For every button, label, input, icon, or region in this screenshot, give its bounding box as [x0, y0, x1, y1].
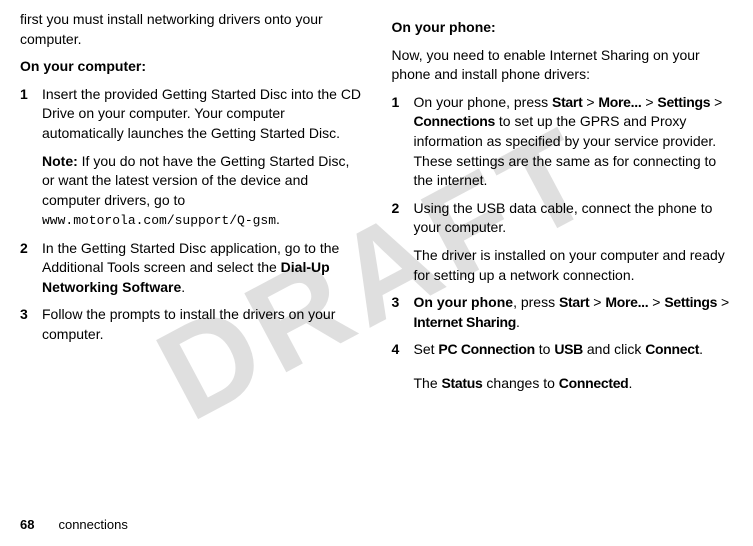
page-number: 68	[20, 517, 34, 532]
ui-start: Start	[559, 294, 589, 310]
step-number: 1	[392, 93, 414, 191]
right-step-1: 1 On your phone, press Start > More... >…	[392, 93, 734, 191]
step-number: 2	[392, 199, 414, 285]
r3-bold: On your phone	[414, 294, 514, 310]
r1-a: On your phone, press	[414, 94, 553, 110]
content-columns: first you must install networking driver…	[20, 10, 733, 402]
right-step-3: 3 On your phone, press Start > More... >…	[392, 293, 734, 332]
gt: >	[710, 94, 722, 110]
r4-b: to	[535, 341, 554, 357]
r3-a: , press	[513, 294, 559, 310]
left-heading: On your computer:	[20, 57, 362, 77]
r2-a: Using the USB data cable, connect the ph…	[414, 199, 734, 238]
gt: >	[589, 294, 605, 310]
r2-b: The driver is installed on your computer…	[414, 246, 734, 285]
left-step-3: 3 Follow the prompts to install the driv…	[20, 305, 362, 344]
right-step-4: 4 Set PC Connection to USB and click Con…	[392, 340, 734, 393]
status-a: The	[414, 375, 442, 391]
step2-text-c: .	[181, 279, 185, 295]
step-body: Insert the provided Getting Started Disc…	[42, 85, 362, 144]
r4-c: and click	[583, 341, 645, 357]
section-name: connections	[58, 517, 127, 532]
ui-more: More...	[605, 294, 648, 310]
step-number: 3	[20, 305, 42, 344]
note-text: If you do not have the Getting Started D…	[42, 153, 349, 208]
step-number: 4	[392, 340, 414, 393]
ui-settings: Settings	[664, 294, 717, 310]
ui-connected: Connected	[559, 375, 629, 391]
step-body: Follow the prompts to install the driver…	[42, 305, 362, 344]
status-c: .	[628, 375, 632, 391]
ui-internet-sharing: Internet Sharing	[414, 314, 517, 330]
note-period: .	[276, 211, 280, 227]
step-body: In the Getting Started Disc application,…	[42, 239, 362, 298]
status-line: The Status changes to Connected.	[414, 374, 734, 394]
step-body: On your phone, press Start > More... > S…	[414, 93, 734, 191]
footer: 68 connections	[20, 516, 128, 534]
ui-start: Start	[552, 94, 582, 110]
gt: >	[641, 94, 657, 110]
r3-period: .	[516, 314, 520, 330]
status-b: changes to	[483, 375, 559, 391]
ui-settings: Settings	[657, 94, 710, 110]
r4-d: .	[699, 341, 703, 357]
step-body: Using the USB data cable, connect the ph…	[414, 199, 734, 285]
step-body: On your phone, press Start > More... > S…	[414, 293, 734, 332]
ui-usb: USB	[554, 341, 583, 357]
gt: >	[648, 294, 664, 310]
ui-connections: Connections	[414, 113, 495, 129]
ui-pc-connection: PC Connection	[438, 341, 534, 357]
gt: >	[582, 94, 598, 110]
ui-connect: Connect	[645, 341, 699, 357]
right-column: On your phone: Now, you need to enable I…	[392, 10, 734, 402]
left-column: first you must install networking driver…	[20, 10, 362, 402]
right-step-2: 2 Using the USB data cable, connect the …	[392, 199, 734, 285]
r4-a: Set	[414, 341, 439, 357]
step-number: 2	[20, 239, 42, 298]
intro-text: first you must install networking driver…	[20, 10, 362, 49]
step-number: 1	[20, 85, 42, 144]
left-step-1: 1 Insert the provided Getting Started Di…	[20, 85, 362, 144]
step-body: Set PC Connection to USB and click Conne…	[414, 340, 734, 393]
left-note: Note: If you do not have the Getting Sta…	[42, 152, 362, 231]
step-number: 3	[392, 293, 414, 332]
gt: >	[717, 294, 729, 310]
ui-more: More...	[598, 94, 641, 110]
left-step-2: 2 In the Getting Started Disc applicatio…	[20, 239, 362, 298]
note-label: Note:	[42, 153, 78, 169]
right-heading: On your phone:	[392, 18, 734, 38]
ui-status: Status	[442, 375, 483, 391]
note-url: www.motorola.com/support/Q-gsm	[42, 213, 276, 228]
right-intro: Now, you need to enable Internet Sharing…	[392, 46, 734, 85]
